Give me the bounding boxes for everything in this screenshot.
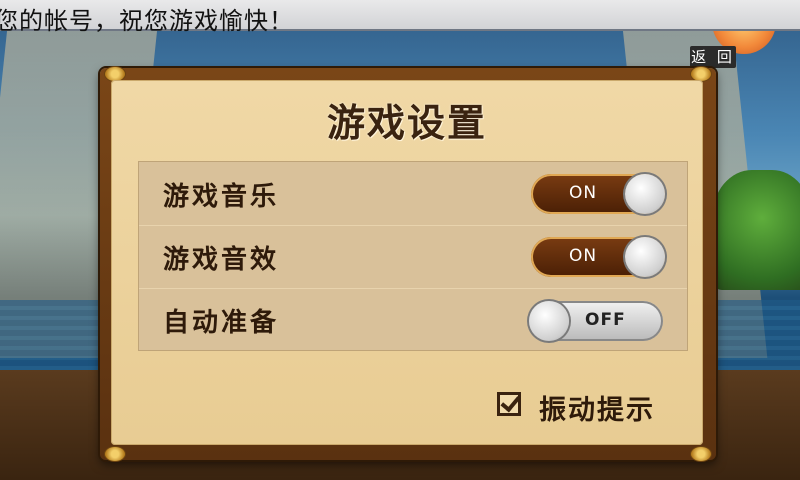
setting-row-sound-effects: 游戏音效 ON <box>139 225 687 289</box>
auto-ready-toggle[interactable]: OFF <box>529 301 663 341</box>
notice-text: 您的帐号，祝您游戏愉快！ <box>0 7 294 35</box>
vibration-checkbox-checked-icon[interactable] <box>497 392 521 416</box>
toggle-state-text: ON <box>569 183 598 203</box>
toggle-state-text: OFF <box>585 310 626 330</box>
back-button[interactable]: 返 回 <box>690 46 736 68</box>
frame-ornament-icon <box>104 446 126 462</box>
setting-label-auto-ready: 自动准备 <box>163 308 280 338</box>
toggle-knob <box>625 237 665 277</box>
setting-row-music: 游戏音乐 ON <box>139 162 687 226</box>
vibration-label: 振动提示 <box>539 395 655 426</box>
music-toggle[interactable]: ON <box>531 174 665 214</box>
toggle-knob <box>529 301 569 341</box>
setting-label-sound-effects: 游戏音效 <box>163 245 280 275</box>
notice-bar: 您的帐号，祝您游戏愉快！ <box>0 0 800 35</box>
toggle-state-text: ON <box>569 246 598 266</box>
frame-ornament-icon <box>690 446 712 462</box>
setting-row-auto-ready: 自动准备 OFF <box>139 288 687 351</box>
setting-label-music: 游戏音乐 <box>163 182 280 212</box>
island-trees <box>712 170 800 290</box>
settings-list: 游戏音乐 ON 游戏音效 ON 自动准备 OFF <box>138 161 688 351</box>
toggle-knob <box>625 174 665 214</box>
dialog-title: 游戏设置 <box>326 101 487 145</box>
sound-effects-toggle[interactable]: ON <box>531 237 665 277</box>
